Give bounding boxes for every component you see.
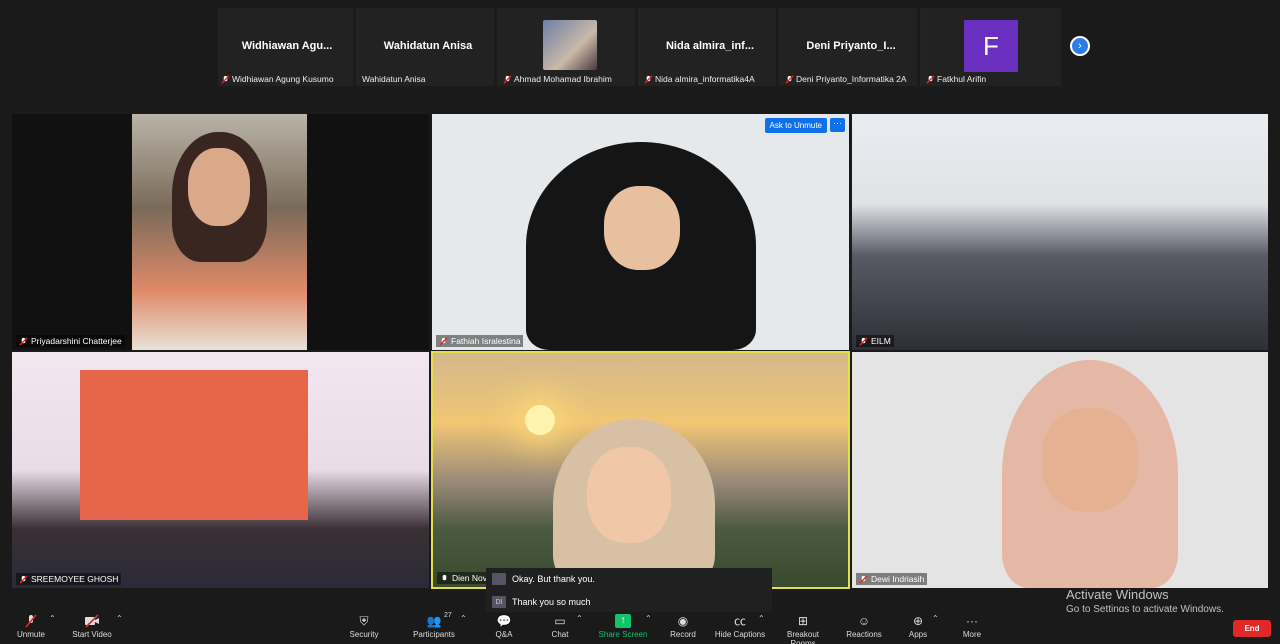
start-video-button[interactable]: Start Video <box>70 614 114 639</box>
thumb-name: Wahidatun Anisa <box>383 40 473 52</box>
more-icon: ··· <box>966 614 978 628</box>
chevron-up-icon[interactable]: ⌃ <box>460 614 467 623</box>
tile-label: Dewi Indriasih <box>856 573 928 585</box>
thumb-caption: Nida almira_informatika4A <box>644 74 755 84</box>
record-icon: ◉ <box>677 614 689 628</box>
apps-icon: ⊕ <box>912 614 924 628</box>
video-tile-priyadarshini[interactable]: Priyadarshini Chatterjee <box>12 114 429 350</box>
video-tile-fathiah[interactable]: Ask to Unmute ··· Fathiah Isralestina <box>432 114 849 350</box>
reactions-icon: ☺ <box>857 614 871 628</box>
person-face <box>1042 408 1138 512</box>
reactions-button[interactable]: ☺ Reactions <box>846 614 882 639</box>
mic-muted-icon <box>859 336 868 346</box>
ask-to-unmute-button[interactable]: Ask to Unmute <box>764 118 827 133</box>
mic-muted-icon <box>859 574 868 584</box>
thumb-deni[interactable]: Deni Priyanto_I... Deni Priyanto_Informa… <box>782 8 920 86</box>
video-tile-dien-active-speaker[interactable]: Dien Novi... <box>431 351 850 589</box>
background-sun <box>525 405 555 435</box>
mic-muted-icon <box>503 74 512 84</box>
chat-preview[interactable]: Okay. But thank you. DI Thank you so muc… <box>486 568 772 612</box>
breakout-rooms-button[interactable]: ⊞ Breakout Rooms <box>774 614 832 644</box>
chat-avatar <box>492 573 506 585</box>
next-page-button[interactable]: › <box>1070 36 1090 56</box>
mic-muted-icon <box>926 74 935 84</box>
tile-label: SREEMOYEE GHOSH <box>16 573 122 585</box>
apps-button[interactable]: ⊕ Apps <box>906 614 930 639</box>
chevron-up-icon[interactable]: ⌃ <box>645 614 652 623</box>
record-button[interactable]: ◉ Record <box>668 614 698 639</box>
chevron-up-icon[interactable]: ⌃ <box>758 614 765 623</box>
activate-windows-watermark: Activate Windows Go to Settings to activ… <box>1066 587 1224 615</box>
qa-button[interactable]: 💬 Q&A <box>492 614 516 639</box>
chat-message: DI Thank you so much <box>492 596 591 608</box>
unmute-button[interactable]: Unmute <box>14 614 48 639</box>
classroom-curtain <box>80 370 308 520</box>
end-meeting-button[interactable]: End <box>1233 620 1271 637</box>
mic-icon <box>442 574 447 580</box>
mic-muted-icon <box>644 74 653 84</box>
chevron-up-icon[interactable]: ⌃ <box>932 614 939 623</box>
tile-label: Priyadarshini Chatterjee <box>16 335 125 347</box>
tile-label: Fathiah Isralestina <box>436 335 524 347</box>
thumb-name: Nida almira_inf... <box>665 40 755 52</box>
person-face <box>188 148 250 226</box>
chevron-up-icon[interactable]: ⌃ <box>116 614 123 623</box>
mic-muted-icon <box>19 336 28 346</box>
security-button[interactable]: ⛨ Security <box>346 614 382 639</box>
chevron-up-icon[interactable]: ⌃ <box>576 614 583 623</box>
video-off-icon <box>85 614 99 628</box>
captions-icon: ㏄ <box>733 614 746 628</box>
avatar-letter: F <box>964 20 1018 72</box>
thumb-caption: Ahmad Mohamad Ibrahim <box>503 74 612 84</box>
mic-muted-icon <box>25 614 37 628</box>
thumb-wahidatun[interactable]: Wahidatun Anisa Wahidatun Anisa <box>359 8 497 86</box>
chat-avatar-initials: DI <box>492 596 506 608</box>
mic-muted-icon <box>19 574 28 584</box>
share-screen-button[interactable]: ↑ Share Screen <box>598 614 648 639</box>
chat-button[interactable]: ▭ Chat <box>548 614 572 639</box>
tile-label: EILM <box>856 335 894 347</box>
participants-icon: 👥 <box>426 614 442 628</box>
thumb-name: Deni Priyanto_I... <box>806 40 896 52</box>
thumb-widhiawan[interactable]: Widhiawan Agu... Widhiawan Agung Kusumo <box>218 8 356 86</box>
shield-icon: ⛨ <box>359 614 369 628</box>
meeting-toolbar: Unmute ⌃ Start Video ⌃ ⛨ Security 👥 Part… <box>0 612 1280 644</box>
thumb-caption: Fatkhul Arifin <box>926 74 986 84</box>
chat-message: Okay. But thank you. <box>492 573 595 585</box>
chevron-up-icon[interactable]: ⌃ <box>49 614 56 623</box>
mic-muted-icon <box>221 74 230 84</box>
chat-icon: ▭ <box>554 614 566 628</box>
more-options-button[interactable]: ··· <box>830 118 845 132</box>
participants-count: 27 <box>444 612 452 619</box>
qa-icon: 💬 <box>496 614 512 628</box>
breakout-rooms-icon: ⊞ <box>797 614 809 628</box>
thumb-name: Widhiawan Agu... <box>241 40 333 52</box>
thumb-nida[interactable]: Nida almira_inf... Nida almira_informati… <box>641 8 779 86</box>
person-face <box>587 447 671 543</box>
video-tile-dewi[interactable]: Dewi Indriasih <box>852 352 1268 588</box>
thumb-caption: Widhiawan Agung Kusumo <box>221 74 334 84</box>
participant-strip: Widhiawan Agu... Widhiawan Agung Kusumo … <box>218 8 1061 86</box>
video-tile-sreemoyee[interactable]: SREEMOYEE GHOSH <box>12 352 429 588</box>
share-screen-icon: ↑ <box>615 614 631 628</box>
more-button[interactable]: ··· More <box>960 614 984 639</box>
thumb-caption: Deni Priyanto_Informatika 2A <box>785 74 907 84</box>
person-face <box>604 186 680 270</box>
avatar-photo <box>543 20 597 70</box>
mic-muted-icon <box>785 74 794 84</box>
mic-muted-icon <box>439 336 448 346</box>
thumb-caption: Wahidatun Anisa <box>362 74 426 84</box>
video-tile-eilm[interactable]: EILM <box>852 114 1268 350</box>
